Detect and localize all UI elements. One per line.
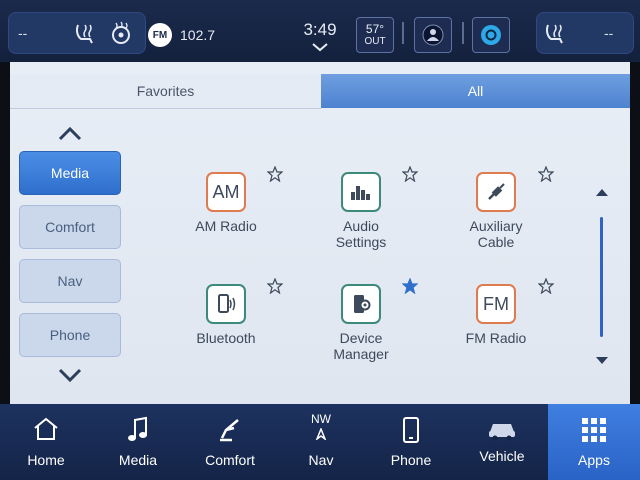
bluetooth-phone-icon <box>206 284 246 324</box>
alexa-icon <box>481 25 501 45</box>
alexa-button[interactable] <box>472 17 510 53</box>
nav-comfort[interactable]: Comfort <box>200 404 260 480</box>
divider <box>462 22 464 44</box>
outside-temp-chip: 57° OUT <box>356 17 394 53</box>
aux-cable-icon <box>476 172 516 212</box>
nav-label: Vehicle <box>479 448 525 464</box>
app-label-line2: Manager <box>333 346 389 362</box>
fm-radio-icon: FM <box>476 284 516 324</box>
scroll-up-arrow-icon[interactable] <box>56 124 84 144</box>
home-icon <box>34 417 58 440</box>
grid-icon <box>582 418 606 442</box>
clock-time: 3:49 <box>303 20 337 39</box>
app-label: Device <box>339 330 383 346</box>
tab-all[interactable]: All <box>321 74 630 108</box>
status-bar: -- FM 102.7 3:49 57° OUT -- <box>0 0 640 62</box>
driver-fan-level: -- <box>18 25 28 41</box>
radio-band-badge[interactable]: FM <box>148 23 172 47</box>
scrollbar-up-icon[interactable] <box>595 187 609 197</box>
app-label: AM Radio <box>195 218 257 234</box>
app-label: Bluetooth <box>196 330 256 346</box>
device-gear-icon <box>341 284 381 324</box>
favorite-star-icon[interactable] <box>538 278 554 294</box>
heated-seat-icon[interactable] <box>72 22 98 46</box>
favorite-star-filled-icon[interactable] <box>402 278 418 294</box>
am-radio-icon: AM <box>206 172 246 212</box>
favorite-star-icon[interactable] <box>402 166 418 182</box>
nav-label: Phone <box>390 452 432 468</box>
equalizer-icon <box>341 172 381 212</box>
nav-apps[interactable]: Apps <box>564 404 624 480</box>
app-label-line2: Cable <box>477 234 515 250</box>
music-note-icon <box>128 416 147 441</box>
bottom-nav: Home Media Comfort NW Nav Phone Vehicle … <box>0 404 640 480</box>
voice-assistant-icon <box>422 24 444 46</box>
car-icon <box>489 424 515 441</box>
seat-icon <box>220 419 239 442</box>
apps-panel: Favorites All Media Comfort Nav Phone AM… <box>10 62 630 404</box>
outside-temperature: 57° <box>365 22 385 36</box>
nav-media[interactable]: Media <box>112 404 164 480</box>
nav-label: Media <box>118 452 158 468</box>
tab-favorites[interactable]: Favorites <box>10 74 321 109</box>
nav-navigation[interactable]: NW Nav <box>296 404 346 480</box>
category-media[interactable]: Media <box>19 151 121 195</box>
app-label-line2: Settings <box>335 234 387 250</box>
heated-steering-wheel-icon[interactable] <box>108 20 134 46</box>
scrollbar-down-icon[interactable] <box>595 356 609 366</box>
nav-phone[interactable]: Phone <box>384 404 438 480</box>
nav-home[interactable]: Home <box>20 404 72 480</box>
nav-vehicle[interactable]: Vehicle <box>472 404 532 480</box>
compass-heading: NW <box>311 412 331 426</box>
category-nav[interactable]: Nav <box>19 259 121 303</box>
favorite-star-icon[interactable] <box>267 278 283 294</box>
divider <box>402 22 404 44</box>
passenger-heated-seat-icon[interactable] <box>542 22 568 46</box>
favorite-star-icon[interactable] <box>538 166 554 182</box>
app-label: Audio <box>343 218 379 234</box>
nav-label: Home <box>27 452 65 468</box>
voice-assistant-button[interactable] <box>414 17 452 53</box>
app-audio-settings[interactable]: Audio Settings <box>301 172 421 250</box>
category-phone[interactable]: Phone <box>19 313 121 357</box>
scrollbar-thumb[interactable] <box>600 217 603 337</box>
nav-label: Nav <box>308 452 334 468</box>
compass-icon <box>315 428 327 440</box>
chevron-down-icon[interactable] <box>311 42 329 52</box>
favorite-star-icon[interactable] <box>267 166 283 182</box>
outside-temperature-label: OUT <box>364 36 386 47</box>
app-label: FM Radio <box>465 330 527 346</box>
nav-label: Comfort <box>205 452 255 468</box>
category-comfort[interactable]: Comfort <box>19 205 121 249</box>
nav-label: Apps <box>578 452 610 468</box>
app-device-manager[interactable]: Device Manager <box>301 284 421 362</box>
app-auxiliary-cable[interactable]: Auxiliary Cable <box>436 172 556 250</box>
phone-icon <box>403 417 419 443</box>
scroll-down-arrow-icon[interactable] <box>56 365 84 385</box>
app-label: Auxiliary <box>469 218 523 234</box>
radio-frequency[interactable]: 102.7 <box>180 27 215 43</box>
passenger-fan-level: -- <box>604 25 614 41</box>
